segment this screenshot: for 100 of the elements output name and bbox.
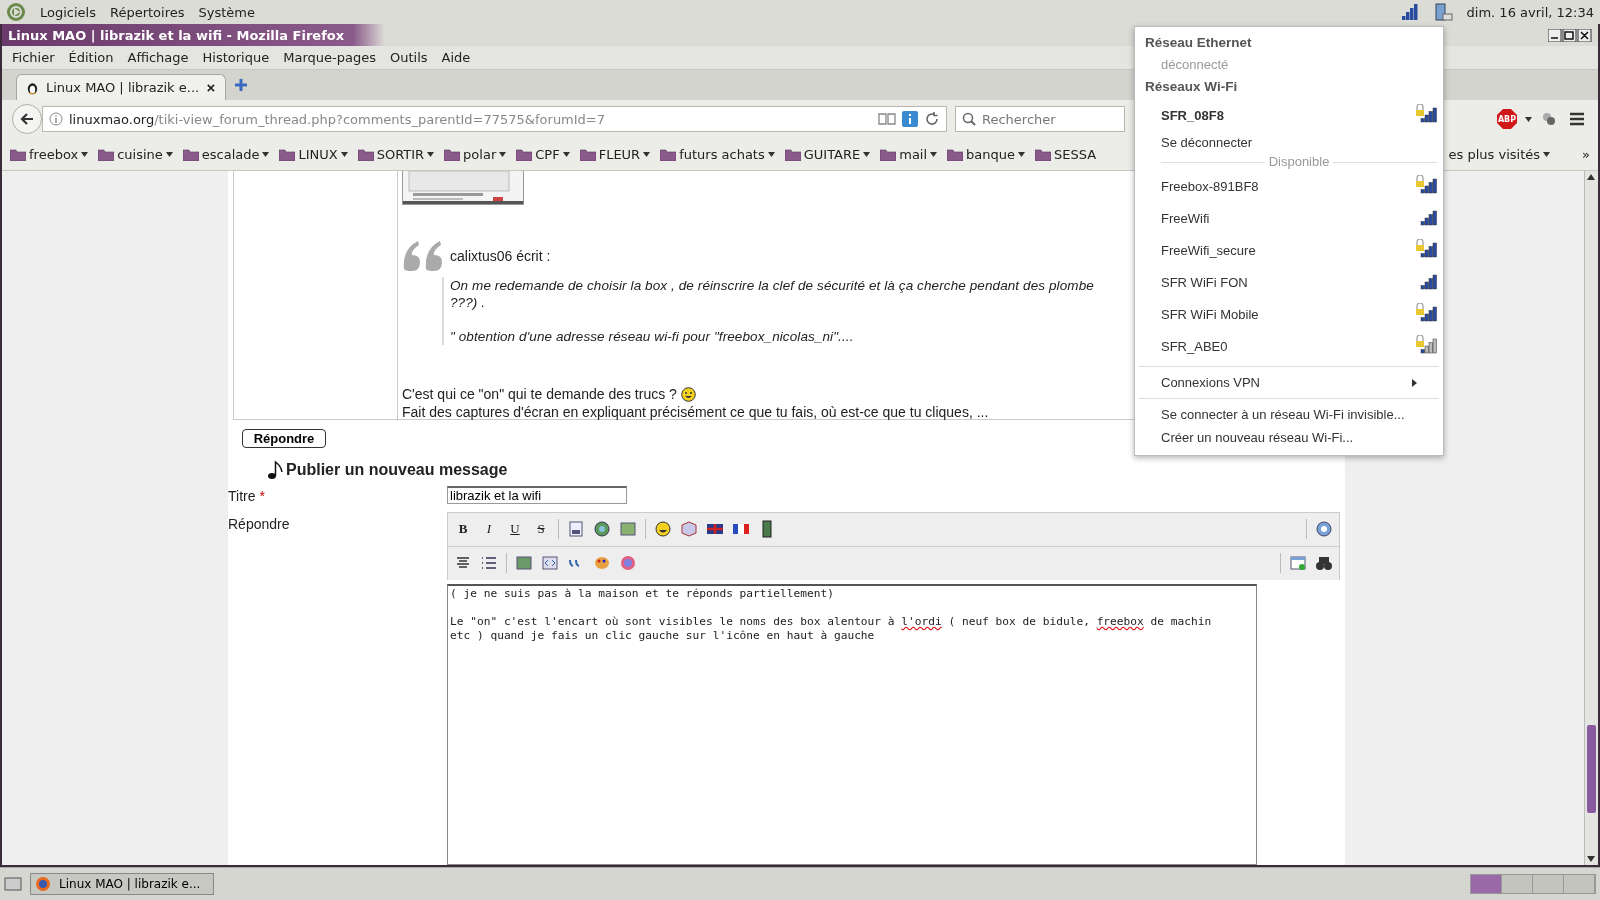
format-button[interactable]: I: [480, 521, 498, 538]
search-icon: [962, 112, 976, 126]
caret-icon: [767, 151, 775, 157]
message-field[interactable]: [447, 583, 1257, 865]
menu-header: Réseaux Wi-Fi: [1144, 78, 1239, 96]
caret-icon: [165, 151, 173, 157]
battery-icon[interactable]: [1432, 2, 1453, 22]
caret-icon: [81, 151, 89, 157]
search-field[interactable]: Rechercher: [955, 106, 1125, 132]
adblock-button[interactable]: ABP: [1497, 109, 1517, 129]
bookmark-folder[interactable]: banque: [947, 146, 1026, 162]
menu-item[interactable]: Créer un nouveau réseau Wi-Fi...: [1135, 426, 1443, 449]
globe-icon[interactable]: [593, 520, 611, 539]
caret-icon: [643, 151, 651, 157]
workspace-switcher[interactable]: [1470, 874, 1596, 894]
bookmark-folder[interactable]: SESSA: [1035, 146, 1097, 162]
reply-button[interactable]: Répondre: [242, 429, 326, 448]
logo-icon[interactable]: [6, 2, 26, 22]
url-field[interactable]: linuxmao.org/tiki-view_forum_thread.php?comments_parentId=77575&forumId=7: [42, 106, 947, 132]
info-icon[interactable]: [49, 112, 63, 126]
bookmark-folder[interactable]: CPF: [516, 146, 570, 162]
caret-icon: [930, 151, 938, 157]
music-note-icon: [268, 460, 284, 480]
field-label: Répondre: [228, 515, 291, 534]
bookmark-folder[interactable]: cuisine: [98, 146, 173, 162]
browser-tab[interactable]: Linux MAO | librazik e...: [16, 74, 226, 100]
panel-menu[interactable]: Logiciels: [40, 4, 96, 20]
network-item[interactable]: SFR WiFi Mobile: [1135, 298, 1443, 330]
menu-item[interactable]: Aide: [441, 50, 471, 65]
bookmark-folder[interactable]: LINUX: [279, 146, 348, 162]
info-icon[interactable]: [902, 111, 918, 127]
folder-icon: [357, 147, 374, 161]
window-add-icon[interactable]: [1289, 554, 1307, 573]
back-button[interactable]: [12, 104, 42, 134]
remove-icon[interactable]: [619, 554, 637, 573]
clock[interactable]: dim. 16 avril, 12:34: [1466, 4, 1594, 20]
message-text: ( neuf box de bidule,: [947, 614, 1091, 628]
bookmark-folder[interactable]: mail: [880, 146, 938, 162]
folder-icon: [660, 147, 677, 161]
browser-icon: [35, 876, 51, 892]
ethernet-status: déconnecté: [1160, 56, 1230, 74]
image-icon[interactable]: [515, 554, 533, 573]
bookmark-folder[interactable]: freebox: [10, 146, 89, 162]
help-icon[interactable]: [1315, 520, 1333, 539]
network-item[interactable]: SFR WiFi FON: [1135, 266, 1443, 298]
message-text: l'ordi: [901, 614, 942, 628]
bookmark-folder[interactable]: polar: [444, 146, 507, 162]
network-item[interactable]: SFR_08F8: [1135, 99, 1443, 131]
close-icon[interactable]: [207, 82, 215, 93]
bookmark-folder[interactable]: SORTIR: [357, 146, 435, 162]
network-item[interactable]: FreeWifi_secure: [1135, 234, 1443, 266]
smiley-icon[interactable]: [654, 520, 672, 539]
format-button[interactable]: S: [532, 521, 550, 538]
title-field[interactable]: librazik et la wifi: [447, 486, 627, 504]
overflow-chevron[interactable]: »: [1582, 146, 1590, 162]
post-text: C'est qui ce "on" qui te demande des trucs ?: [402, 385, 677, 403]
bookmark-folder[interactable]: GUITARE: [784, 146, 871, 162]
scroll-thumb[interactable]: [1587, 725, 1596, 813]
message-text: freebox: [1096, 614, 1144, 628]
document-icon[interactable]: [567, 520, 585, 539]
menu-item[interactable]: Outils: [389, 50, 428, 65]
code-icon[interactable]: [541, 554, 559, 573]
network-signal-icon[interactable]: [1400, 3, 1419, 21]
post-text: Fait des captures d'écran en expliquant précisément ce que tu fais, où est-ce que tu cliques, ...: [402, 403, 989, 421]
folder-icon: [98, 147, 115, 161]
bookmark-folder[interactable]: es plus visités: [1448, 146, 1551, 162]
smiley-icon: [680, 386, 696, 402]
format-button[interactable]: B: [454, 521, 472, 538]
network-item[interactable]: FreeWifi: [1135, 202, 1443, 234]
caret-icon: [1543, 151, 1551, 157]
new-tab-icon[interactable]: [234, 78, 248, 92]
network-item[interactable]: Freebox-891BF8: [1135, 170, 1443, 202]
menu-item[interactable]: Édition: [68, 50, 114, 65]
binoculars-icon[interactable]: [1315, 554, 1333, 573]
folder-icon: [182, 147, 199, 161]
menu-item[interactable]: Marque-pages: [283, 50, 376, 65]
panel-menu[interactable]: Répertoires: [110, 4, 185, 20]
bookmark-folder[interactable]: FLEUR: [579, 146, 651, 162]
menu-item[interactable]: Historique: [202, 50, 270, 65]
menu-item[interactable]: Se connecter à un réseau Wi-Fi invisible...: [1135, 403, 1443, 426]
taskbar-button[interactable]: Linux MAO | librazik e...: [30, 873, 214, 895]
bookmark-folder[interactable]: futurs achats: [660, 146, 775, 162]
format-button[interactable]: U: [506, 521, 524, 538]
menu-item[interactable]: Affichage: [127, 50, 189, 65]
caret-icon: [262, 151, 270, 157]
window-controls-icon[interactable]: [1548, 28, 1592, 42]
image-icon[interactable]: [619, 520, 637, 539]
reload-icon[interactable]: [924, 111, 940, 127]
folder-icon: [947, 147, 964, 161]
disconnect-item[interactable]: Se déconnecter: [1135, 131, 1443, 154]
menu-item[interactable]: Connexions VPN: [1135, 371, 1443, 394]
network-item[interactable]: SFR_ABE0: [1135, 330, 1443, 362]
cube-icon[interactable]: [680, 520, 698, 539]
scrollbar[interactable]: [1584, 171, 1598, 865]
submenu-arrow-icon: [1412, 378, 1417, 387]
extension-icon[interactable]: [1540, 110, 1558, 128]
panel-menu[interactable]: Système: [198, 4, 255, 20]
reader-view-icon[interactable]: [878, 112, 896, 126]
menu-item[interactable]: Fichier: [12, 50, 55, 65]
bookmark-folder[interactable]: escalade: [182, 146, 270, 162]
